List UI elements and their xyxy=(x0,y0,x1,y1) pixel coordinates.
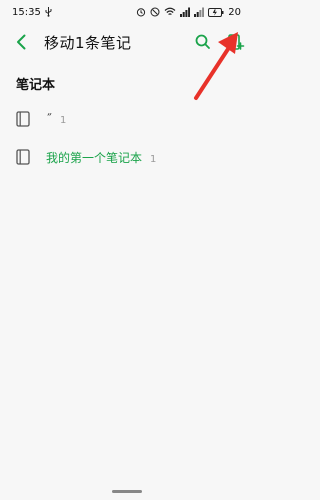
dnd-icon xyxy=(150,7,160,17)
notebook-count: 1 xyxy=(60,115,67,126)
notebook-icon xyxy=(16,111,30,127)
usb-icon xyxy=(45,7,52,17)
status-time: 15:35 xyxy=(12,6,41,18)
notebook-name: ˝ xyxy=(46,112,52,126)
notebook-item[interactable]: 我的第一个笔记本 1 xyxy=(0,138,251,176)
status-bar: 15:35 20 xyxy=(0,0,251,24)
alarm-icon xyxy=(137,8,146,17)
notebook-name: 我的第一个笔记本 xyxy=(46,150,143,165)
notebook-count: 1 xyxy=(150,153,157,165)
notebook-list: ˝ 1 我的第一个笔记本 1 xyxy=(0,100,251,176)
back-button[interactable] xyxy=(12,32,32,52)
battery-level: 20 xyxy=(228,6,241,18)
notebook-icon xyxy=(16,149,30,165)
section-title: 笔记本 xyxy=(16,78,56,93)
wifi-icon xyxy=(164,7,176,15)
status-left: 15:35 xyxy=(12,7,52,18)
battery-icon xyxy=(208,7,224,17)
status-right: 20 xyxy=(136,7,241,18)
annotation-arrow xyxy=(194,32,238,100)
notebook-label: ˝ 1 xyxy=(46,112,66,126)
notebook-label: 我的第一个笔记本 1 xyxy=(46,149,156,166)
signal-icon xyxy=(180,7,191,17)
home-indicator[interactable] xyxy=(112,490,142,493)
notebook-item[interactable]: ˝ 1 xyxy=(0,100,251,138)
page-title: 移动1条笔记 xyxy=(44,34,132,52)
signal-icon-2 xyxy=(194,7,205,17)
back-chevron-icon xyxy=(17,34,26,50)
